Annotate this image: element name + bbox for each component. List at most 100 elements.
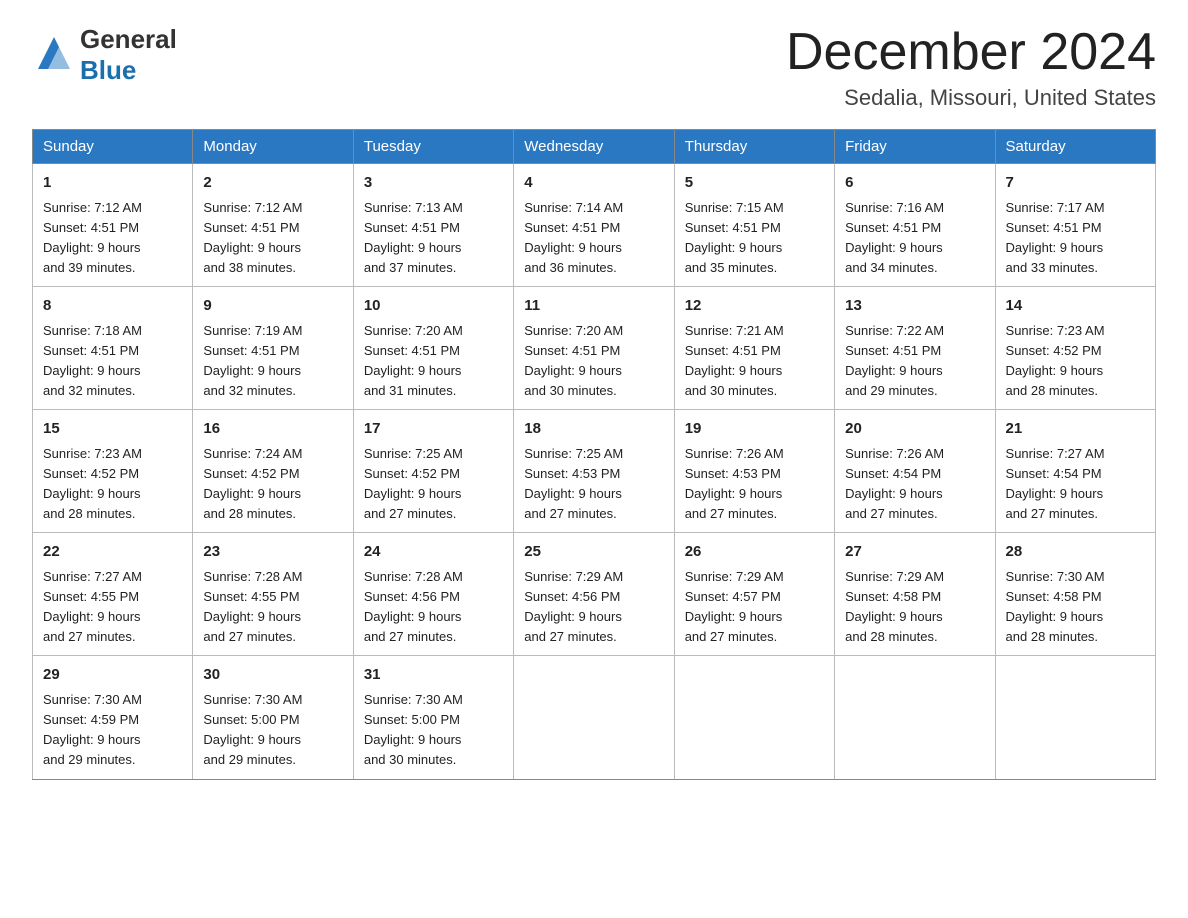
table-row: 13 Sunrise: 7:22 AMSunset: 4:51 PMDaylig… bbox=[835, 287, 995, 410]
table-row bbox=[995, 656, 1155, 779]
day-number: 17 bbox=[364, 418, 503, 441]
location-subtitle: Sedalia, Missouri, United States bbox=[786, 85, 1156, 111]
calendar-week-row: 8 Sunrise: 7:18 AMSunset: 4:51 PMDayligh… bbox=[33, 287, 1156, 410]
day-info: Sunrise: 7:20 AMSunset: 4:51 PMDaylight:… bbox=[524, 323, 623, 398]
col-header-saturday: Saturday bbox=[995, 130, 1155, 164]
day-info: Sunrise: 7:27 AMSunset: 4:54 PMDaylight:… bbox=[1006, 446, 1105, 521]
day-info: Sunrise: 7:26 AMSunset: 4:53 PMDaylight:… bbox=[685, 446, 784, 521]
table-row: 3 Sunrise: 7:13 AMSunset: 4:51 PMDayligh… bbox=[353, 164, 513, 287]
day-number: 25 bbox=[524, 541, 663, 564]
table-row: 9 Sunrise: 7:19 AMSunset: 4:51 PMDayligh… bbox=[193, 287, 353, 410]
day-number: 23 bbox=[203, 541, 342, 564]
day-number: 6 bbox=[845, 172, 984, 195]
day-info: Sunrise: 7:19 AMSunset: 4:51 PMDaylight:… bbox=[203, 323, 302, 398]
day-number: 28 bbox=[1006, 541, 1145, 564]
table-row bbox=[835, 656, 995, 779]
day-number: 2 bbox=[203, 172, 342, 195]
day-number: 15 bbox=[43, 418, 182, 441]
table-row: 29 Sunrise: 7:30 AMSunset: 4:59 PMDaylig… bbox=[33, 656, 193, 779]
day-info: Sunrise: 7:12 AMSunset: 4:51 PMDaylight:… bbox=[43, 200, 142, 275]
day-info: Sunrise: 7:26 AMSunset: 4:54 PMDaylight:… bbox=[845, 446, 944, 521]
day-info: Sunrise: 7:29 AMSunset: 4:57 PMDaylight:… bbox=[685, 569, 784, 644]
col-header-friday: Friday bbox=[835, 130, 995, 164]
table-row: 2 Sunrise: 7:12 AMSunset: 4:51 PMDayligh… bbox=[193, 164, 353, 287]
calendar-week-row: 29 Sunrise: 7:30 AMSunset: 4:59 PMDaylig… bbox=[33, 656, 1156, 779]
day-info: Sunrise: 7:17 AMSunset: 4:51 PMDaylight:… bbox=[1006, 200, 1105, 275]
day-info: Sunrise: 7:18 AMSunset: 4:51 PMDaylight:… bbox=[43, 323, 142, 398]
table-row: 28 Sunrise: 7:30 AMSunset: 4:58 PMDaylig… bbox=[995, 533, 1155, 656]
day-number: 22 bbox=[43, 541, 182, 564]
day-number: 7 bbox=[1006, 172, 1145, 195]
table-row: 31 Sunrise: 7:30 AMSunset: 5:00 PMDaylig… bbox=[353, 656, 513, 779]
table-row: 12 Sunrise: 7:21 AMSunset: 4:51 PMDaylig… bbox=[674, 287, 834, 410]
table-row: 17 Sunrise: 7:25 AMSunset: 4:52 PMDaylig… bbox=[353, 410, 513, 533]
day-number: 8 bbox=[43, 295, 182, 318]
col-header-thursday: Thursday bbox=[674, 130, 834, 164]
table-row: 27 Sunrise: 7:29 AMSunset: 4:58 PMDaylig… bbox=[835, 533, 995, 656]
day-number: 3 bbox=[364, 172, 503, 195]
day-info: Sunrise: 7:30 AMSunset: 4:59 PMDaylight:… bbox=[43, 692, 142, 767]
day-number: 1 bbox=[43, 172, 182, 195]
day-number: 21 bbox=[1006, 418, 1145, 441]
table-row: 14 Sunrise: 7:23 AMSunset: 4:52 PMDaylig… bbox=[995, 287, 1155, 410]
day-info: Sunrise: 7:30 AMSunset: 4:58 PMDaylight:… bbox=[1006, 569, 1105, 644]
col-header-tuesday: Tuesday bbox=[353, 130, 513, 164]
table-row: 16 Sunrise: 7:24 AMSunset: 4:52 PMDaylig… bbox=[193, 410, 353, 533]
day-number: 26 bbox=[685, 541, 824, 564]
table-row: 11 Sunrise: 7:20 AMSunset: 4:51 PMDaylig… bbox=[514, 287, 674, 410]
table-row: 18 Sunrise: 7:25 AMSunset: 4:53 PMDaylig… bbox=[514, 410, 674, 533]
table-row: 7 Sunrise: 7:17 AMSunset: 4:51 PMDayligh… bbox=[995, 164, 1155, 287]
day-number: 31 bbox=[364, 664, 503, 687]
table-row: 10 Sunrise: 7:20 AMSunset: 4:51 PMDaylig… bbox=[353, 287, 513, 410]
table-row bbox=[514, 656, 674, 779]
day-info: Sunrise: 7:30 AMSunset: 5:00 PMDaylight:… bbox=[364, 692, 463, 767]
table-row bbox=[674, 656, 834, 779]
table-row: 30 Sunrise: 7:30 AMSunset: 5:00 PMDaylig… bbox=[193, 656, 353, 779]
day-info: Sunrise: 7:29 AMSunset: 4:58 PMDaylight:… bbox=[845, 569, 944, 644]
day-number: 13 bbox=[845, 295, 984, 318]
day-info: Sunrise: 7:22 AMSunset: 4:51 PMDaylight:… bbox=[845, 323, 944, 398]
day-info: Sunrise: 7:12 AMSunset: 4:51 PMDaylight:… bbox=[203, 200, 302, 275]
day-number: 9 bbox=[203, 295, 342, 318]
day-number: 24 bbox=[364, 541, 503, 564]
day-info: Sunrise: 7:16 AMSunset: 4:51 PMDaylight:… bbox=[845, 200, 944, 275]
col-header-wednesday: Wednesday bbox=[514, 130, 674, 164]
day-info: Sunrise: 7:29 AMSunset: 4:56 PMDaylight:… bbox=[524, 569, 623, 644]
logo-general-text: General bbox=[80, 24, 177, 54]
day-info: Sunrise: 7:23 AMSunset: 4:52 PMDaylight:… bbox=[43, 446, 142, 521]
table-row: 5 Sunrise: 7:15 AMSunset: 4:51 PMDayligh… bbox=[674, 164, 834, 287]
table-row: 1 Sunrise: 7:12 AMSunset: 4:51 PMDayligh… bbox=[33, 164, 193, 287]
table-row: 24 Sunrise: 7:28 AMSunset: 4:56 PMDaylig… bbox=[353, 533, 513, 656]
day-number: 5 bbox=[685, 172, 824, 195]
day-info: Sunrise: 7:28 AMSunset: 4:56 PMDaylight:… bbox=[364, 569, 463, 644]
header: General Blue December 2024 Sedalia, Miss… bbox=[32, 24, 1156, 111]
day-number: 4 bbox=[524, 172, 663, 195]
day-info: Sunrise: 7:28 AMSunset: 4:55 PMDaylight:… bbox=[203, 569, 302, 644]
day-number: 16 bbox=[203, 418, 342, 441]
day-info: Sunrise: 7:30 AMSunset: 5:00 PMDaylight:… bbox=[203, 692, 302, 767]
calendar-week-row: 15 Sunrise: 7:23 AMSunset: 4:52 PMDaylig… bbox=[33, 410, 1156, 533]
table-row: 23 Sunrise: 7:28 AMSunset: 4:55 PMDaylig… bbox=[193, 533, 353, 656]
table-row: 4 Sunrise: 7:14 AMSunset: 4:51 PMDayligh… bbox=[514, 164, 674, 287]
title-area: December 2024 Sedalia, Missouri, United … bbox=[786, 24, 1156, 111]
day-number: 29 bbox=[43, 664, 182, 687]
logo-icon bbox=[32, 31, 76, 80]
logo-area: General Blue bbox=[32, 24, 177, 86]
table-row: 19 Sunrise: 7:26 AMSunset: 4:53 PMDaylig… bbox=[674, 410, 834, 533]
day-number: 20 bbox=[845, 418, 984, 441]
day-number: 12 bbox=[685, 295, 824, 318]
day-info: Sunrise: 7:23 AMSunset: 4:52 PMDaylight:… bbox=[1006, 323, 1105, 398]
calendar-header-row: Sunday Monday Tuesday Wednesday Thursday… bbox=[33, 130, 1156, 164]
day-number: 18 bbox=[524, 418, 663, 441]
day-number: 11 bbox=[524, 295, 663, 318]
day-number: 10 bbox=[364, 295, 503, 318]
table-row: 22 Sunrise: 7:27 AMSunset: 4:55 PMDaylig… bbox=[33, 533, 193, 656]
day-number: 14 bbox=[1006, 295, 1145, 318]
table-row: 26 Sunrise: 7:29 AMSunset: 4:57 PMDaylig… bbox=[674, 533, 834, 656]
table-row: 6 Sunrise: 7:16 AMSunset: 4:51 PMDayligh… bbox=[835, 164, 995, 287]
calendar-week-row: 1 Sunrise: 7:12 AMSunset: 4:51 PMDayligh… bbox=[33, 164, 1156, 287]
table-row: 20 Sunrise: 7:26 AMSunset: 4:54 PMDaylig… bbox=[835, 410, 995, 533]
day-info: Sunrise: 7:14 AMSunset: 4:51 PMDaylight:… bbox=[524, 200, 623, 275]
day-info: Sunrise: 7:20 AMSunset: 4:51 PMDaylight:… bbox=[364, 323, 463, 398]
day-info: Sunrise: 7:25 AMSunset: 4:53 PMDaylight:… bbox=[524, 446, 623, 521]
